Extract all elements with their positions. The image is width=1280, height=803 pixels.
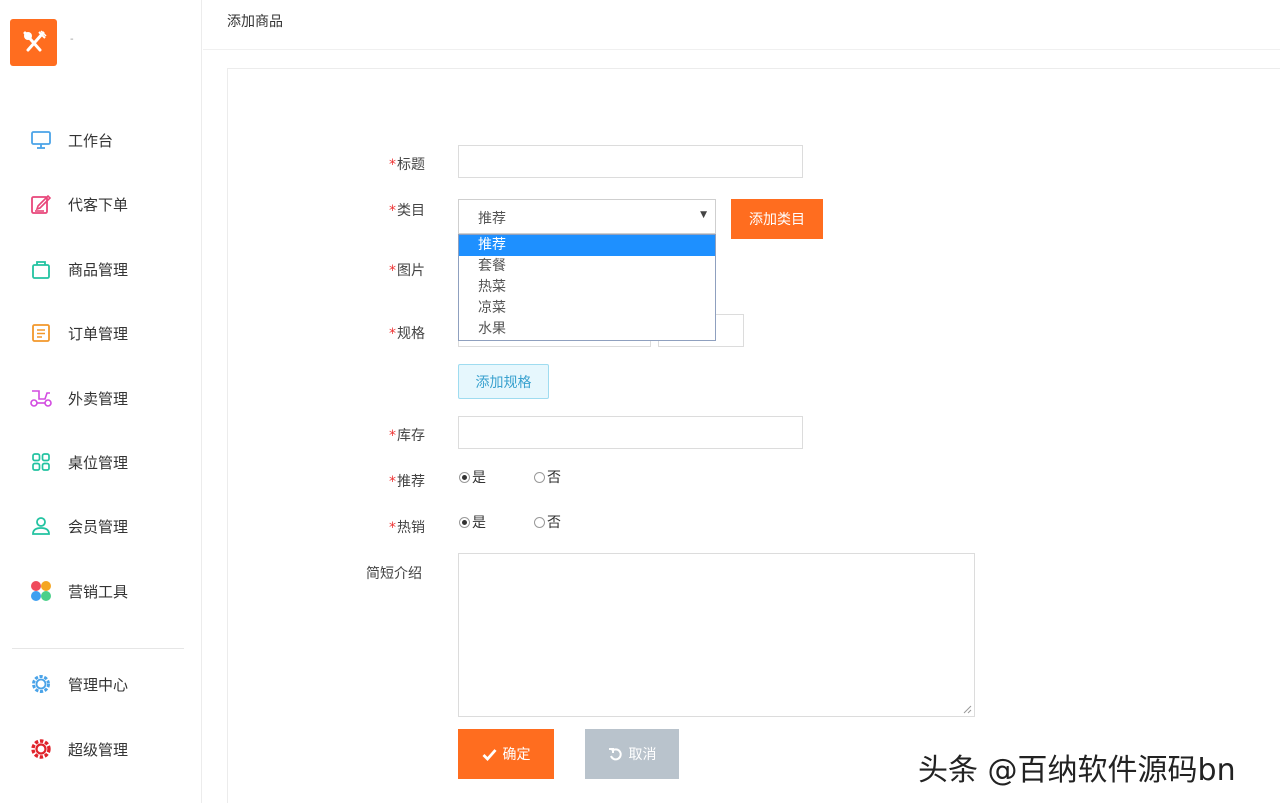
intro-textarea[interactable]	[458, 553, 975, 717]
radio-label: 是	[472, 470, 486, 486]
confirm-button[interactable]: 确定	[458, 729, 554, 779]
sidebar-item-tables[interactable]: 桌位管理	[28, 449, 128, 475]
category-option[interactable]: 套餐	[459, 256, 715, 277]
add-spec-button[interactable]: 添加规格	[458, 364, 549, 399]
recommend-label: *推荐	[389, 471, 425, 491]
cancel-button[interactable]: 取消	[585, 729, 679, 779]
image-label-text: 图片	[397, 263, 425, 279]
hot-no-radio[interactable]: 否	[534, 512, 561, 532]
hot-radio-group: 是 否	[459, 512, 609, 532]
resize-grip-icon[interactable]	[962, 704, 972, 714]
cancel-label: 取消	[628, 747, 657, 763]
bag-icon	[28, 256, 54, 282]
category-option[interactable]: 水果	[459, 319, 715, 340]
sidebar-item-products[interactable]: 商品管理	[28, 256, 128, 282]
app-logo[interactable]	[10, 19, 57, 66]
sidebar-item-label: 工作台	[68, 131, 114, 150]
required-mark: *	[389, 263, 396, 279]
page-title: 添加商品	[227, 14, 283, 30]
sidebar-item-orders[interactable]: 订单管理	[28, 320, 128, 346]
sidebar-item-label: 外卖管理	[68, 389, 129, 408]
sidebar-item-label: 商品管理	[68, 260, 129, 279]
sidebar-item-marketing[interactable]: 营销工具	[28, 578, 128, 604]
sidebar-item-label: 管理中心	[68, 675, 129, 694]
category-option[interactable]: 推荐	[459, 235, 715, 256]
cog-icon	[28, 736, 54, 762]
image-label: *图片	[389, 260, 425, 280]
category-dropdown: 推荐 套餐 热菜 凉菜 水果	[458, 234, 716, 341]
required-mark: *	[389, 474, 396, 490]
monitor-icon	[28, 127, 54, 153]
hot-label-text: 热销	[397, 520, 425, 536]
radio-unchecked[interactable]	[534, 516, 545, 528]
category-option[interactable]: 热菜	[459, 277, 715, 298]
category-label-text: 类目	[397, 203, 425, 219]
radio-label: 是	[472, 515, 486, 531]
sidebar-item-super-admin[interactable]: 超级管理	[28, 736, 128, 762]
sidebar-item-label: 会员管理	[68, 517, 129, 536]
recommend-yes-radio[interactable]: 是	[459, 467, 486, 487]
sidebar-item-label: 订单管理	[68, 324, 129, 343]
sidebar-divider	[12, 648, 184, 649]
confirm-label: 确定	[502, 746, 531, 762]
recommend-radio-group: 是 否	[459, 467, 609, 487]
sidebar-item-members[interactable]: 会员管理	[28, 513, 128, 539]
grid-icon	[28, 449, 54, 475]
stock-input[interactable]	[458, 416, 803, 449]
undo-icon	[608, 747, 622, 760]
title-label: *标题	[389, 154, 425, 174]
list-icon	[28, 320, 54, 346]
radio-label: 否	[547, 470, 561, 486]
title-label-text: 标题	[397, 157, 425, 173]
sidebar-item-takeout[interactable]: 外卖管理	[28, 385, 128, 411]
scooter-icon	[28, 385, 54, 411]
top-bar: 添加商品	[203, 0, 1280, 50]
required-mark: *	[389, 428, 396, 444]
add-category-button[interactable]: 添加类目	[731, 199, 823, 239]
stock-label: *库存	[389, 425, 425, 445]
sidebar: - 工作台 代客下单 商品管理 订单管理 外卖管理 桌位管理 会员管理 营销工具…	[0, 0, 202, 803]
sidebar-item-label: 超级管理	[68, 740, 129, 759]
sidebar-item-label: 营销工具	[68, 582, 129, 601]
spec-label-text: 规格	[397, 326, 425, 342]
petals-icon	[28, 578, 54, 604]
hot-yes-radio[interactable]: 是	[459, 512, 486, 532]
gear-icon	[28, 671, 54, 697]
recommend-no-radio[interactable]: 否	[534, 467, 561, 487]
stock-label-text: 库存	[397, 428, 425, 444]
category-select-value: 推荐	[478, 211, 506, 227]
utensils-icon	[23, 29, 47, 51]
recommend-label-text: 推荐	[397, 474, 425, 490]
radio-checked[interactable]	[459, 516, 470, 528]
required-mark: *	[389, 203, 396, 219]
category-select[interactable]: 推荐 ▼	[458, 199, 716, 234]
intro-label: 简短介绍	[366, 566, 422, 582]
radio-unchecked[interactable]	[534, 471, 545, 483]
watermark-text: 头条 @百纳软件源码bn	[918, 753, 1236, 788]
sidebar-item-admin-center[interactable]: 管理中心	[28, 671, 128, 697]
sidebar-item-proxy-order[interactable]: 代客下单	[28, 191, 128, 217]
category-option[interactable]: 凉菜	[459, 298, 715, 319]
category-label: *类目	[389, 200, 425, 220]
radio-label: 否	[547, 515, 561, 531]
user-icon	[28, 513, 54, 539]
sidebar-item-workbench[interactable]: 工作台	[28, 127, 113, 153]
logo-text: -	[70, 34, 74, 45]
check-icon	[482, 748, 497, 761]
edit-icon	[28, 191, 54, 217]
required-mark: *	[389, 520, 396, 536]
hot-label: *热销	[389, 517, 425, 537]
radio-checked[interactable]	[459, 471, 470, 483]
required-mark: *	[389, 326, 396, 342]
sidebar-item-label: 桌位管理	[68, 453, 129, 472]
sidebar-item-label: 代客下单	[68, 195, 129, 214]
spec-label: *规格	[389, 323, 425, 343]
title-input[interactable]	[458, 145, 803, 178]
required-mark: *	[389, 157, 396, 173]
dropdown-arrow-icon: ▼	[700, 210, 707, 220]
